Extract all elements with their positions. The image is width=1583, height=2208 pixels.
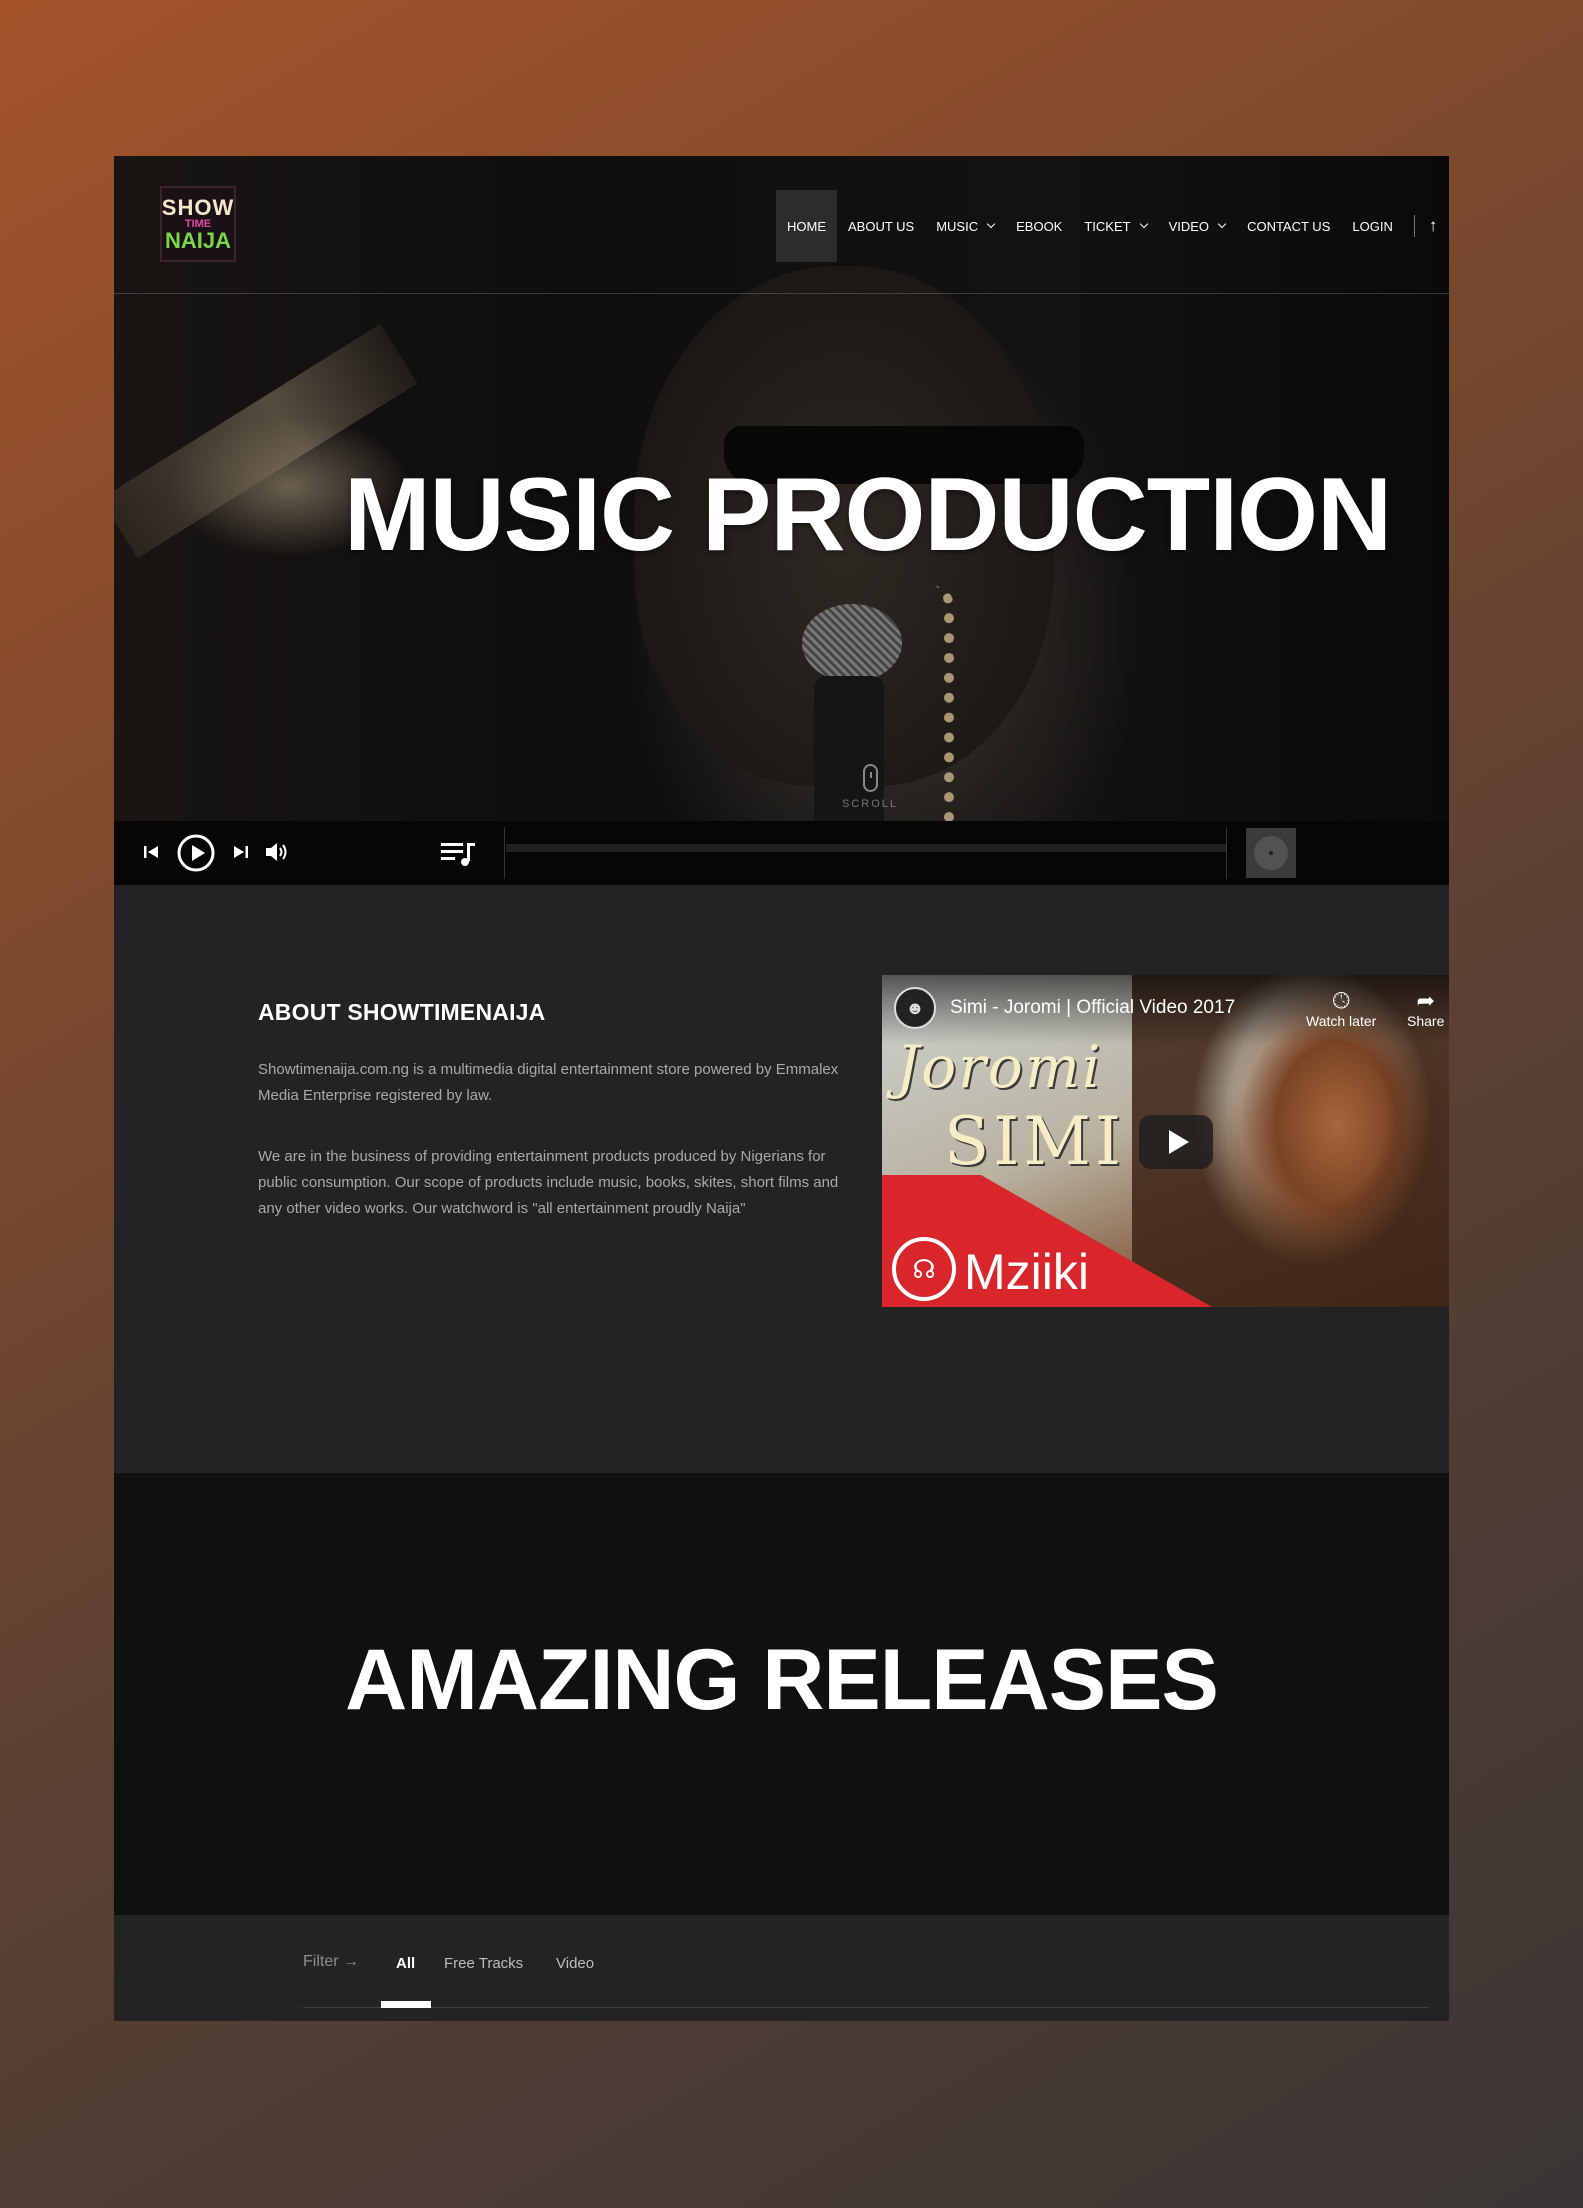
nav-ticket-label: TICKET (1084, 218, 1131, 234)
active-tab-indicator (381, 2001, 431, 2008)
nav-ebook-label: EBOOK (1016, 218, 1063, 234)
nav-about-us[interactable]: ABOUT US (837, 190, 925, 262)
nav-ebook[interactable]: EBOOK (1005, 190, 1073, 262)
share-icon: ➦ (1416, 988, 1435, 1013)
about-paragraph-2: We are in the business of providing ente… (258, 1148, 839, 1217)
about-title: ABOUT SHOWTIMENAIJA (258, 999, 546, 1025)
video-title[interactable]: Simi - Joromi | Official Video 2017 (950, 997, 1235, 1019)
clock-icon: 🕓︎ (1332, 988, 1350, 1013)
logo-text-show: SHOW (161, 194, 235, 220)
nav-about-label: ABOUT US (848, 218, 915, 234)
nav-home[interactable]: HOME (776, 190, 837, 262)
chain-shape (914, 586, 954, 846)
main-nav: HOME ABOUT US MUSIC EBOOK TICKET VIDEO C… (776, 190, 1437, 262)
releases-title: AMAZING RELEASES (345, 1632, 1219, 1728)
scroll-label: SCROLL (841, 798, 899, 810)
nav-music-label: MUSIC (936, 218, 979, 234)
chevron-down-icon (1139, 219, 1148, 229)
skip-back-icon[interactable] (140, 839, 162, 865)
website-frame: SHOW TIME NAIJA HOME ABOUT US MUSIC EBOO… (114, 156, 1449, 2021)
about-paragraph-1: Showtimenaija.com.ng is a multimedia dig… (258, 1061, 839, 1104)
player-divider (504, 827, 505, 879)
audio-player (114, 821, 1449, 885)
filter-bar: Filter → All Free Tracks Video (114, 1915, 1449, 2021)
playlist-icon[interactable] (438, 835, 478, 871)
skip-forward-icon[interactable] (230, 839, 252, 865)
volume-icon[interactable] (262, 837, 292, 867)
nav-contact-label: CONTACT US (1247, 218, 1331, 234)
channel-avatar[interactable]: ☻ (894, 987, 936, 1029)
tab-all[interactable]: All (396, 1955, 415, 1972)
share-label: Share (1407, 1013, 1445, 1029)
nav-music[interactable]: MUSIC (925, 190, 1005, 262)
nav-video-label: VIDEO (1168, 218, 1210, 234)
nav-login[interactable]: LOGIN (1341, 190, 1403, 262)
nav-ticket[interactable]: TICKET (1073, 190, 1157, 262)
filter-label: Filter → (303, 1953, 359, 1970)
tab-free-tracks[interactable]: Free Tracks (444, 1955, 523, 1972)
share-button[interactable]: ➦ Share (1407, 988, 1445, 1030)
microphone-shape (802, 604, 902, 682)
youtube-video-embed[interactable]: Joromi SIMI ☊ Mziiki ☻ Simi - Joromi | O… (882, 975, 1449, 1307)
filter-divider (303, 2007, 1429, 2008)
arrow-up-icon[interactable]: ↑ (1429, 216, 1438, 236)
video-brand: Mziiki (964, 1244, 1089, 1300)
site-logo[interactable]: SHOW TIME NAIJA (160, 186, 236, 262)
chevron-down-icon (986, 219, 996, 229)
player-divider (1226, 827, 1227, 879)
nav-login-label: LOGIN (1352, 218, 1393, 234)
logo-text-naija: NAIJA (164, 227, 231, 253)
watch-later-label: Watch later (1306, 1013, 1377, 1029)
nav-home-label: HOME (787, 218, 826, 234)
play-button[interactable] (1139, 1115, 1213, 1169)
video-art-artist: SIMI (944, 1103, 1125, 1180)
album-art-icon[interactable] (1246, 828, 1296, 878)
progress-bar[interactable] (506, 844, 1226, 852)
nav-video[interactable]: VIDEO (1158, 190, 1236, 262)
nav-divider (1413, 215, 1415, 237)
hero-title: MUSIC PRODUCTION (344, 457, 1392, 573)
tab-video[interactable]: Video (556, 1955, 594, 1972)
releases-section: AMAZING RELEASES (114, 1473, 1449, 1915)
scroll-indicator[interactable]: SCROLL (840, 764, 900, 810)
watch-later-button[interactable]: 🕓︎ Watch later (1306, 988, 1377, 1030)
vinyl-disc (1254, 836, 1288, 870)
headphones-icon: ☊ (892, 1237, 956, 1301)
about-section: ABOUT SHOWTIMENAIJA Showtimenaija.com.ng… (114, 885, 1449, 1473)
hero-section: SHOW TIME NAIJA HOME ABOUT US MUSIC EBOO… (114, 156, 1449, 885)
nav-contact-us[interactable]: CONTACT US (1236, 190, 1341, 262)
site-header: SHOW TIME NAIJA HOME ABOUT US MUSIC EBOO… (114, 156, 1449, 294)
play-circle-icon[interactable] (174, 831, 218, 875)
mouse-icon (862, 764, 878, 792)
chevron-down-icon (1217, 219, 1227, 229)
